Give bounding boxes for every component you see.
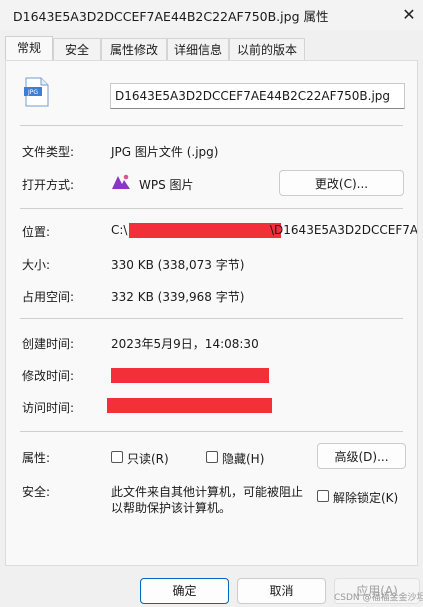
cancel-button[interactable]: 取消 — [237, 578, 326, 604]
security-text-line2: 以帮助保护该计算机。 — [111, 501, 232, 515]
file-name-text: D1643E5A3D2DCCEF7AE44B2C22AF750B.jpg — [115, 89, 391, 103]
location-prefix: C:\ — [111, 223, 128, 237]
jpg-file-icon-text: JPG — [27, 89, 38, 96]
open-with-label: 打开方式: — [22, 178, 75, 192]
file-name-input[interactable]: D1643E5A3D2DCCEF7AE44B2C22AF750B.jpg — [110, 83, 405, 109]
tab-security[interactable]: 安全 — [53, 38, 101, 60]
hidden-label: 隐藏(H) — [222, 452, 265, 466]
file-type-value: JPG 图片文件 (.jpg) — [111, 145, 219, 159]
separator — [20, 125, 403, 126]
security-text-line1: 此文件来自其他计算机，可能被阻止 — [111, 485, 304, 499]
accessed-label: 访问时间: — [22, 401, 75, 415]
readonly-label: 只读(R) — [127, 452, 169, 466]
size-label: 大小: — [22, 258, 51, 272]
location-suffix: \D1643E5A3D2DCCEF7A — [270, 223, 417, 237]
file-type-label: 文件类型: — [22, 145, 75, 159]
tab-details[interactable]: 详细信息 — [167, 38, 229, 60]
location-label: 位置: — [22, 225, 51, 239]
created-value: 2023年5月9日，14:08:30 — [111, 337, 259, 351]
location-value: C:\ \D1643E5A3D2DCCEF7A — [111, 223, 417, 239]
disk-size-label: 占用空间: — [22, 290, 75, 304]
open-with-app: WPS 图片 — [139, 178, 194, 192]
ok-button[interactable]: 确定 — [140, 578, 229, 604]
unblock-checkbox[interactable] — [317, 490, 329, 502]
modified-label: 修改时间: — [22, 369, 75, 383]
separator — [20, 431, 403, 432]
size-value: 330 KB (338,073 字节) — [111, 258, 245, 272]
separator — [20, 208, 403, 209]
jpg-file-icon: JPG — [24, 77, 49, 107]
security-label: 安全: — [22, 485, 51, 499]
separator — [20, 318, 403, 319]
change-button[interactable]: 更改(C)... — [279, 170, 404, 196]
close-icon[interactable]: ✕ — [395, 1, 423, 29]
wps-photo-icon — [112, 174, 130, 189]
attributes-label: 属性: — [22, 451, 51, 465]
unblock-label: 解除锁定(K) — [333, 491, 399, 505]
watermark: CSDN @福福金金沙坦 — [334, 593, 423, 603]
advanced-button[interactable]: 高级(D)... — [317, 443, 406, 469]
tab-general[interactable]: 常规 — [5, 36, 53, 60]
readonly-checkbox[interactable] — [111, 451, 123, 463]
redaction-bar — [129, 223, 281, 238]
window-title: D1643E5A3D2DCCEF7AE44B2C22AF750B.jpg 属性 — [13, 9, 329, 24]
tab-previous-versions[interactable]: 以前的版本 — [229, 38, 305, 60]
accessed-redaction-bar — [107, 398, 272, 413]
created-label: 创建时间: — [22, 337, 75, 351]
disk-size-value: 332 KB (339,968 字节) — [111, 290, 245, 304]
tab-attribute-edit[interactable]: 属性修改 — [101, 38, 167, 60]
modified-redaction-bar — [111, 368, 269, 383]
hidden-checkbox[interactable] — [206, 451, 218, 463]
